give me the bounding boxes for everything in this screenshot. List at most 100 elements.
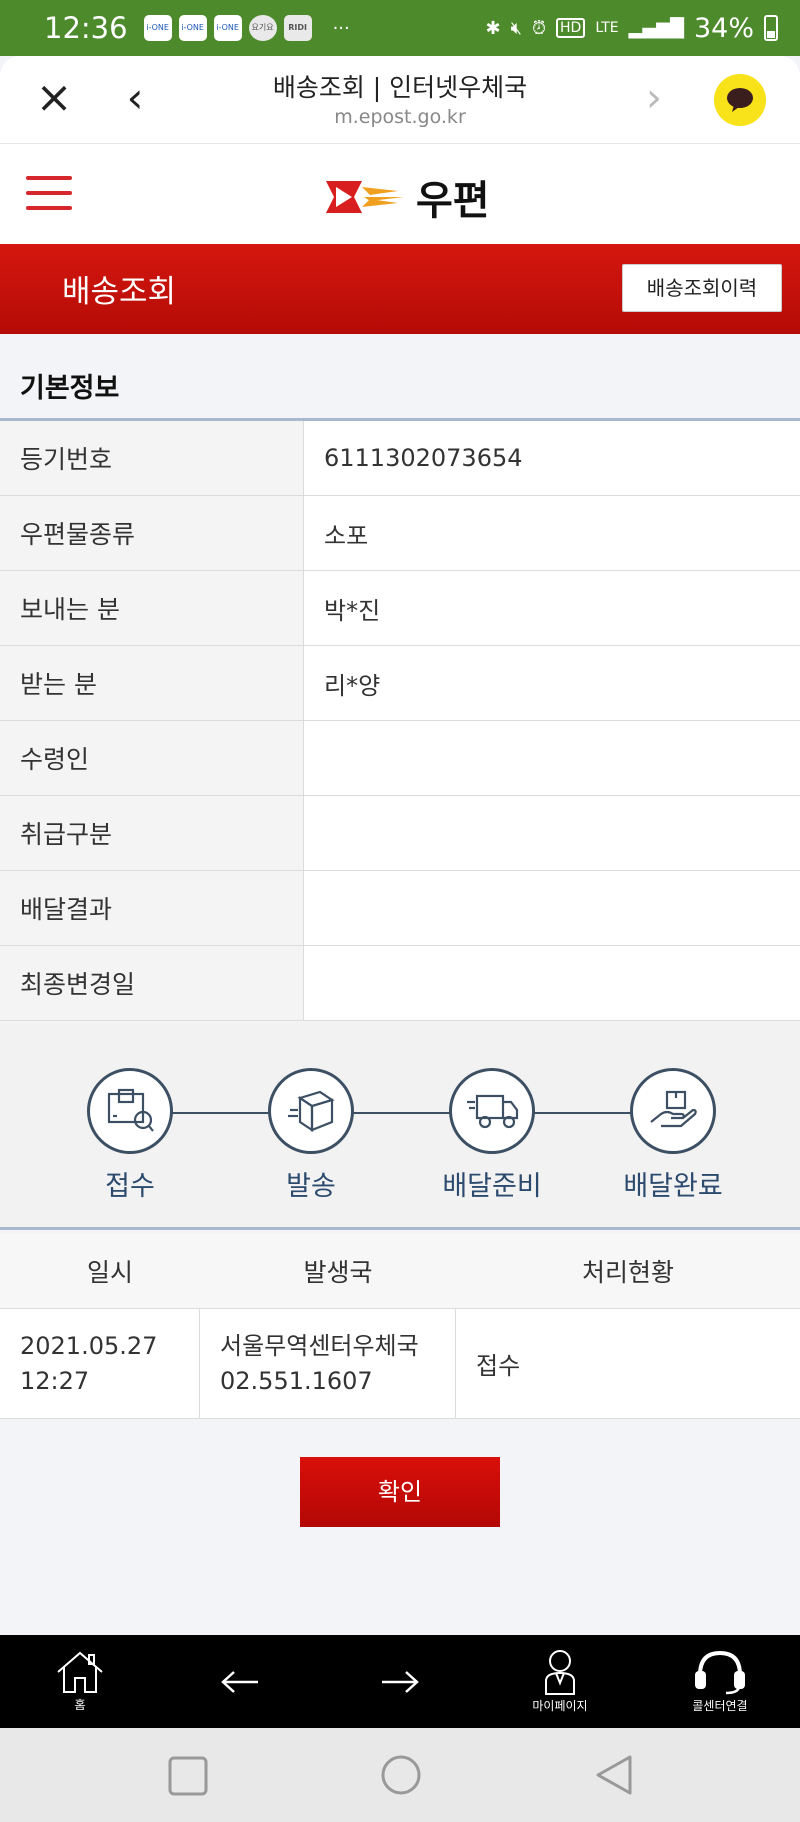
bluetooth-icon: ✱ (485, 17, 501, 39)
info-row-last-modified: 최종변경일 (0, 946, 800, 1021)
info-row-recipient: 받는 분 리*양 (0, 646, 800, 721)
nav-callcenter-label: 콜센터연결 (692, 1699, 748, 1713)
info-label: 수령인 (0, 721, 304, 795)
cell-office-phone[interactable]: 02.551.1607 (220, 1364, 455, 1399)
column-header-datetime: 일시 (86, 1257, 133, 1287)
step-label: 배달준비 (442, 1171, 542, 1202)
cell-office-name: 서울무역센터우체국 (220, 1331, 419, 1360)
cell-office[interactable]: 서울무역센터우체국 02.551.1607 (200, 1309, 456, 1418)
close-icon[interactable]: × (32, 76, 76, 120)
logo-text: 우편 (416, 178, 490, 224)
korea-post-emblem-icon (326, 181, 404, 213)
ridi-app-icon: RIDI (283, 15, 312, 41)
step-dispatched: 발송 (221, 1068, 401, 1203)
app-bottom-nav: 홈 마이페이지 콜센터연결 (0, 1635, 800, 1728)
arrow-left-icon (221, 1670, 258, 1693)
delivery-truck-icon (449, 1068, 535, 1154)
info-label: 배달결과 (0, 871, 304, 945)
alarm-icon: ⏰︎ (531, 17, 547, 39)
yogiyo-app-icon: 요기요 (248, 15, 277, 41)
info-label: 보내는 분 (0, 571, 304, 645)
cell-status: 접수 (476, 1352, 521, 1380)
cell-time: 12:27 (20, 1366, 90, 1395)
nav-home-label: 홈 (74, 1698, 86, 1712)
kakaotalk-icon[interactable] (714, 74, 766, 126)
forward-chevron-icon[interactable]: › (636, 74, 672, 122)
info-label: 취급구분 (0, 796, 304, 870)
more-notifications-icon: ··· (332, 17, 350, 39)
step-received: 접수 (40, 1068, 220, 1203)
hand-package-icon (630, 1068, 716, 1154)
info-row-registration-number: 등기번호 6111302073654 (0, 421, 800, 496)
info-value (304, 946, 800, 1020)
basic-info-title: 기본정보 (20, 373, 120, 404)
browser-toolbar: × ‹ 배송조회 | 인터넷우체국 m.epost.go.kr › (0, 56, 800, 144)
page-banner: 배송조회 배송조회이력 (0, 244, 800, 334)
ione-app-icon: i-ONE (143, 15, 172, 41)
tracking-history-button[interactable]: 배송조회이력 (622, 264, 782, 312)
info-label: 등기번호 (0, 421, 304, 495)
signal-icon: ▂▄▆█ (628, 17, 684, 39)
step-ready-for-delivery: 배달준비 (402, 1068, 582, 1203)
system-back-icon[interactable] (594, 1754, 634, 1796)
arrow-right-icon (382, 1670, 419, 1693)
step-label: 배달완료 (623, 1171, 723, 1202)
recent-apps-icon[interactable] (168, 1756, 208, 1796)
info-value (304, 871, 800, 945)
step-label: 발송 (286, 1171, 336, 1202)
page-title: 배송조회 (62, 274, 177, 310)
step-label: 접수 (105, 1171, 155, 1202)
info-value: 6111302073654 (304, 421, 800, 495)
info-value (304, 721, 800, 795)
headset-icon (695, 1650, 745, 1695)
nav-home[interactable]: 홈 (0, 1635, 160, 1728)
nav-mypage[interactable]: 마이페이지 (480, 1635, 640, 1728)
info-row-sender: 보내는 분 박*진 (0, 571, 800, 646)
battery-percent: 34% (693, 12, 754, 44)
info-label: 우편물종류 (0, 496, 304, 570)
info-row-mail-type: 우편물종류 소포 (0, 496, 800, 571)
table-row: 2021.05.27 12:27 서울무역센터우체국 02.551.1607 접… (0, 1309, 800, 1419)
status-bar: 12:36 i-ONE i-ONE i-ONE 요기요 RIDI ··· ✱ 🔇… (0, 0, 800, 56)
ione-app-icon: i-ONE (213, 15, 242, 41)
receipt-box-search-icon (87, 1068, 173, 1154)
hd-icon: HD (556, 18, 586, 38)
site-header: 우편 (0, 144, 800, 244)
info-value: 박*진 (304, 571, 800, 645)
system-nav-bar (0, 1728, 800, 1822)
battery-icon (764, 15, 778, 41)
nav-back[interactable] (160, 1635, 320, 1728)
info-row-delivery-result: 배달결과 (0, 871, 800, 946)
info-value: 소포 (304, 496, 800, 570)
menu-icon[interactable] (26, 176, 72, 210)
browser-url: m.epost.go.kr (334, 106, 466, 128)
tracking-history-table: 일시 발생국 처리현황 2021.05.27 12:27 서울무역센터우체국 0… (0, 1233, 800, 1419)
step-delivered: 배달완료 (583, 1068, 763, 1203)
info-label: 최종변경일 (0, 946, 304, 1020)
info-value: 리*양 (304, 646, 800, 720)
nav-mypage-label: 마이페이지 (532, 1699, 588, 1713)
confirm-button[interactable]: 확인 (300, 1457, 500, 1527)
nav-forward[interactable] (320, 1635, 480, 1728)
nav-callcenter[interactable]: 콜센터연결 (640, 1635, 800, 1728)
info-row-handling-type: 취급구분 (0, 796, 800, 871)
cell-date: 2021.05.27 (20, 1331, 158, 1360)
ione-app-icon: i-ONE (178, 15, 207, 41)
info-value (304, 796, 800, 870)
column-header-status: 처리현황 (581, 1257, 674, 1287)
column-header-office: 발생국 (303, 1257, 373, 1287)
person-icon (545, 1650, 575, 1695)
table-header: 일시 발생국 처리현황 (0, 1233, 800, 1309)
info-label: 받는 분 (0, 646, 304, 720)
home-circle-icon[interactable] (380, 1754, 422, 1796)
package-box-icon (268, 1068, 354, 1154)
cell-datetime: 2021.05.27 12:27 (0, 1309, 200, 1418)
delivery-progress: 접수 발송 배달준비 배달완료 (0, 1022, 800, 1230)
back-chevron-icon[interactable]: ‹ (115, 74, 155, 122)
network-type: LTE (595, 20, 619, 36)
home-icon (57, 1651, 103, 1693)
korea-post-logo[interactable]: 우편 (318, 168, 490, 226)
mute-icon: 🔇︎ (510, 17, 522, 39)
basic-info-table: 등기번호 6111302073654 우편물종류 소포 보내는 분 박*진 받는… (0, 418, 800, 1021)
info-row-receiver: 수령인 (0, 721, 800, 796)
